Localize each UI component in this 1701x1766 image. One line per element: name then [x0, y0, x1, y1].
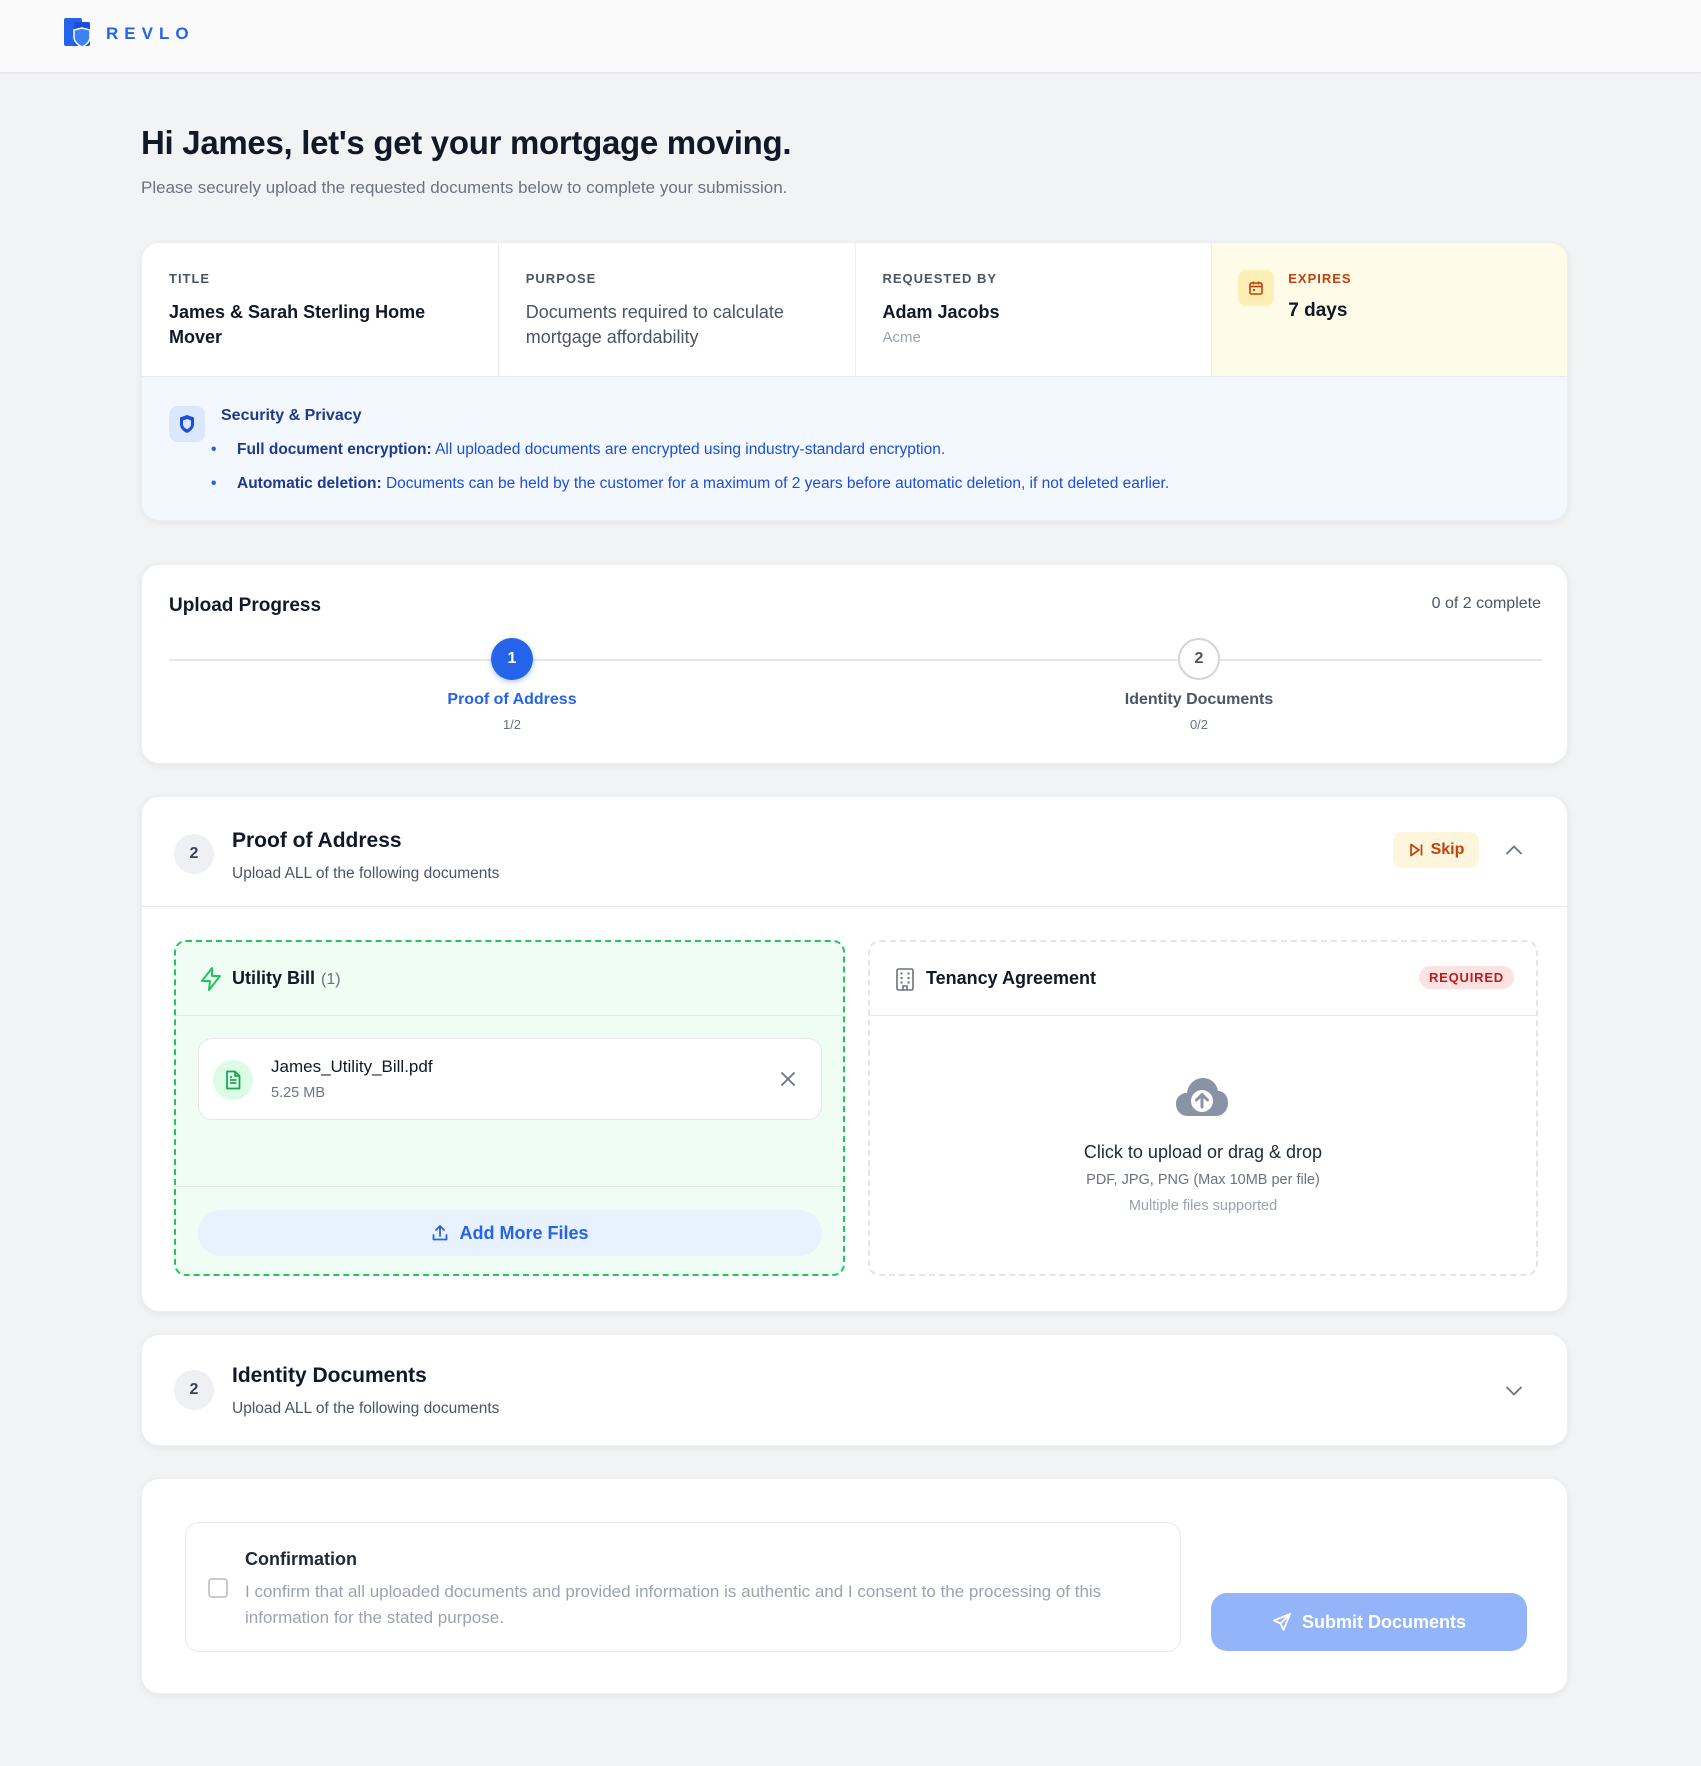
section-subtitle: Upload ALL of the following documents [232, 865, 500, 882]
confirmation-card: Confirmation I confirm that all uploaded… [141, 1478, 1568, 1694]
security-item-encryption-label: Full document encryption: [237, 441, 432, 458]
step-count: 1/2 [502, 717, 522, 732]
section-title: Identity Documents [232, 1364, 427, 1387]
add-more-files-label: Add More Files [459, 1222, 589, 1243]
security-item-deletion-text: Documents can be held by the customer fo… [385, 475, 1170, 492]
expires-label: EXPIRES [1288, 271, 1352, 286]
security-item-deletion: Automatic deletion: Documents can be hel… [211, 475, 1170, 493]
confirmation-box[interactable]: Confirmation I confirm that all uploaded… [185, 1522, 1181, 1652]
upload-dropzone-area[interactable]: Click to upload or drag & drop PDF, JPG,… [870, 1016, 1536, 1276]
expires-value: 7 days [1288, 300, 1348, 321]
utility-bill-title-text: Utility Bill [232, 968, 316, 988]
requester-name: Adam Jacobs [882, 302, 1000, 322]
utility-bill-header: Utility Bill (1) [176, 942, 843, 1016]
section-subtitle: Upload ALL of the following documents [232, 1400, 500, 1417]
security-privacy-panel: Security & Privacy Full document encrypt… [142, 377, 1567, 520]
submit-label: Submit Documents [1301, 1611, 1466, 1632]
skip-button[interactable]: Skip [1393, 832, 1479, 868]
expires-column: EXPIRES 7 days [1212, 243, 1567, 376]
upload-formats: PDF, JPG, PNG (Max 10MB per file) [1086, 1172, 1320, 1188]
requested-by-column: REQUESTED BY Adam Jacobs Acme [856, 243, 1213, 376]
progress-step-identity-documents[interactable]: 2 Identity Documents 0/2 [1099, 638, 1299, 732]
uploaded-file-item: James_Utility_Bill.pdf 5.25 MB [198, 1038, 822, 1120]
section-count-badge: 2 [174, 834, 214, 874]
utility-bill-dropzone[interactable]: Utility Bill (1) James_Utility_Bill.pdf 5… [174, 940, 845, 1276]
consent-checkbox[interactable] [208, 1578, 228, 1598]
cloud-upload-icon [1174, 1076, 1230, 1120]
add-more-files-button[interactable]: Add More Files [198, 1210, 822, 1256]
title-label: TITLE [169, 271, 211, 286]
progress-track [169, 659, 1542, 661]
tenancy-agreement-dropzone[interactable]: Tenancy Agreement REQUIRED Click to uplo… [868, 940, 1538, 1276]
proof-of-address-section: 2 Proof of Address Upload ALL of the fol… [141, 796, 1568, 1312]
divider [176, 1186, 843, 1187]
lightning-icon [198, 966, 224, 992]
utility-bill-file-count: (1) [321, 971, 341, 988]
request-info-card: TITLE James & Sarah Sterling Home Mover … [141, 242, 1568, 521]
security-item-encryption: Full document encryption: All uploaded d… [211, 441, 946, 459]
request-purpose-column: PURPOSE Documents required to calculate … [499, 243, 856, 376]
step-label: Proof of Address [447, 691, 577, 708]
requested-by-label: REQUESTED BY [882, 271, 998, 286]
upload-progress-count: 0 of 2 complete [1431, 595, 1541, 612]
title-value: James & Sarah Sterling Home Mover [169, 302, 426, 347]
remove-file-close-icon[interactable] [777, 1068, 799, 1090]
tenancy-agreement-header: Tenancy Agreement REQUIRED [870, 942, 1536, 1016]
top-bar: REVLO [0, 0, 1701, 73]
page-subtitle: Please securely upload the requested doc… [141, 178, 788, 197]
shield-icon [169, 406, 205, 442]
confirmation-title: Confirmation [245, 1549, 357, 1569]
file-size: 5.25 MB [271, 1085, 325, 1101]
file-name: James_Utility_Bill.pdf [271, 1057, 433, 1076]
request-title-column: TITLE James & Sarah Sterling Home Mover [142, 243, 499, 376]
request-details-row: TITLE James & Sarah Sterling Home Mover … [142, 243, 1567, 377]
purpose-value: Documents required to calculate mortgage… [525, 302, 784, 347]
confirmation-text: I confirm that all uploaded documents an… [245, 1582, 1102, 1627]
upload-instruction: Click to upload or drag & drop [1083, 1142, 1323, 1162]
tenancy-agreement-title: Tenancy Agreement [926, 968, 1097, 988]
upload-icon [433, 1225, 448, 1241]
collapse-chevron-up-icon[interactable] [1502, 838, 1526, 862]
security-title: Security & Privacy [221, 407, 362, 424]
step-number: 2 [1178, 638, 1220, 680]
progress-step-proof-of-address[interactable]: 1 Proof of Address 1/2 [412, 638, 612, 732]
step-label: Identity Documents [1124, 691, 1274, 708]
upload-multiple-note: Multiple files supported [1128, 1198, 1278, 1214]
purpose-label: PURPOSE [525, 271, 597, 286]
upload-progress-title: Upload Progress [169, 595, 322, 616]
submit-documents-button[interactable]: Submit Documents [1211, 1593, 1527, 1651]
required-badge: REQUIRED [1418, 966, 1514, 989]
page-title: Hi James, let's get your mortgage moving… [141, 124, 792, 161]
step-count: 0/2 [1189, 717, 1209, 732]
brand-name: REVLO [106, 24, 195, 43]
section-count-badge: 2 [174, 1370, 214, 1410]
section-title: Proof of Address [232, 829, 402, 852]
calendar-icon [1238, 270, 1275, 306]
security-item-encryption-text: All uploaded documents are encrypted usi… [435, 441, 946, 458]
requester-organization: Acme [882, 329, 921, 346]
file-text-icon [213, 1060, 253, 1100]
revlo-logo-icon [64, 18, 94, 50]
send-icon [1273, 1613, 1291, 1631]
security-item-deletion-label: Automatic deletion: [237, 475, 382, 492]
skip-label: Skip [1430, 841, 1465, 858]
brand-logo[interactable]: REVLO [64, 18, 195, 50]
identity-documents-section[interactable]: 2 Identity Documents Upload ALL of the f… [141, 1334, 1568, 1446]
utility-bill-title: Utility Bill (1) [232, 968, 341, 989]
proof-of-address-header[interactable]: 2 Proof of Address Upload ALL of the fol… [142, 797, 1567, 907]
expand-chevron-down-icon[interactable] [1502, 1379, 1526, 1403]
building-icon [892, 966, 918, 992]
upload-progress-card: Upload Progress 0 of 2 complete 1 Proof … [141, 564, 1568, 764]
step-number: 1 [491, 638, 533, 680]
skip-icon [1409, 843, 1422, 857]
